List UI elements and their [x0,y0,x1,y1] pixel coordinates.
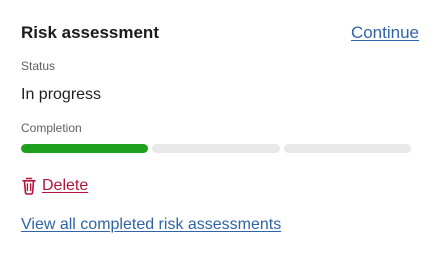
progress-segment-1 [21,144,149,153]
continue-link[interactable]: Continue [351,22,419,44]
delete-label: Delete [42,177,89,194]
delete-button[interactable]: Delete [21,176,88,196]
completion-label: Completion [21,121,82,135]
status-value: In progress [21,86,102,103]
risk-assessment-card: Risk assessment Continue Status In progr… [0,0,442,260]
progress-segment-2 [152,144,280,153]
completion-progress [21,144,411,153]
status-label: Status [21,59,56,73]
progress-segment-3 [283,144,411,153]
view-all-completed-link[interactable]: View all completed risk assessments [21,215,281,235]
card-title: Risk assessment [21,23,159,42]
trash-icon [22,177,36,195]
